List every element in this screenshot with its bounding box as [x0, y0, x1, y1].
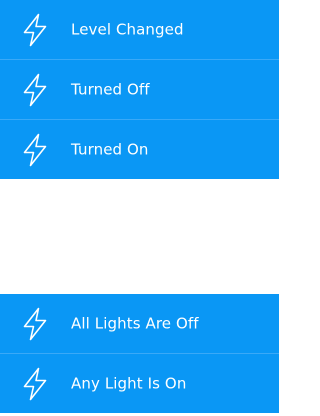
lightning-bolt-icon	[22, 13, 48, 47]
trigger-item-turned-on[interactable]: Turned On	[0, 120, 279, 179]
trigger-label: Any Light Is On	[71, 374, 187, 393]
lightning-bolt-icon	[22, 73, 48, 107]
trigger-label: All Lights Are Off	[71, 314, 199, 333]
lightning-bolt-icon	[22, 307, 48, 341]
group-triggers-group: All Lights Are Off Any Light Is On	[0, 294, 279, 413]
trigger-item-turned-off[interactable]: Turned Off	[0, 60, 279, 120]
lightning-bolt-icon	[22, 367, 48, 401]
trigger-item-level-changed[interactable]: Level Changed	[0, 0, 279, 60]
trigger-label: Turned On	[71, 140, 149, 159]
trigger-label: Level Changed	[71, 20, 184, 39]
device-triggers-group: Level Changed Turned Off Turned On	[0, 0, 279, 179]
trigger-list-screen: Level Changed Turned Off Turned On All L…	[0, 0, 279, 416]
trigger-item-all-lights-off[interactable]: All Lights Are Off	[0, 294, 279, 354]
trigger-label: Turned Off	[71, 80, 150, 99]
lightning-bolt-icon	[22, 133, 48, 167]
trigger-item-any-light-on[interactable]: Any Light Is On	[0, 354, 279, 413]
